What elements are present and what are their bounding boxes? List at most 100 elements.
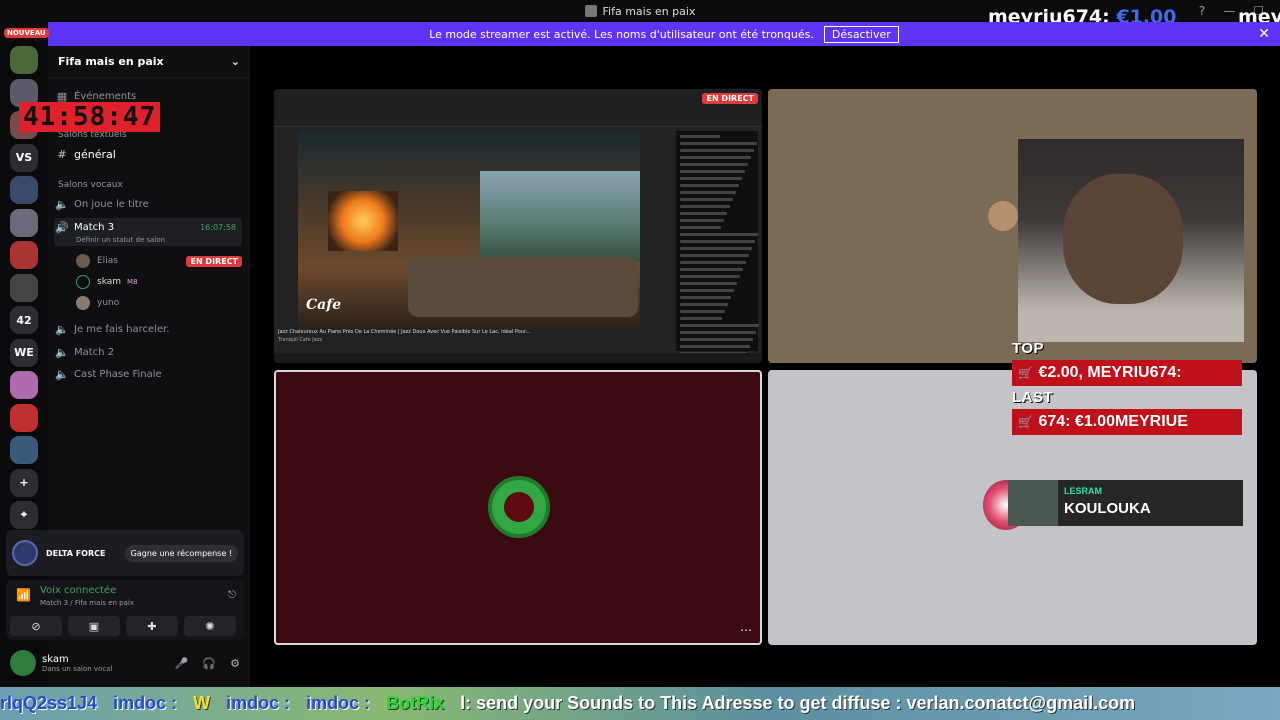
server-icon[interactable] bbox=[10, 208, 38, 237]
screen-share-tile[interactable]: EN DIRECT Cafe Jazz Chaleureux Au Piano … bbox=[274, 89, 762, 363]
chat-message bbox=[680, 156, 751, 159]
server-icon[interactable] bbox=[10, 176, 38, 204]
claim-reward-button[interactable]: Gagne une récompense ! bbox=[124, 544, 238, 562]
top-donation-value: €2.00, MEYRIU674: bbox=[1038, 364, 1182, 381]
chevron-down-icon: ⌄ bbox=[230, 55, 240, 68]
channel-match3-row: 🔊 Match 3 16:07:58 bbox=[54, 221, 242, 234]
chat-message bbox=[680, 240, 755, 243]
cookie-avatar bbox=[988, 201, 1018, 231]
video-title: Jazz Chaleureux Au Piano Près De La Chem… bbox=[278, 329, 531, 335]
hash-icon: # bbox=[57, 148, 67, 161]
lake-view bbox=[480, 171, 640, 261]
camera-tile[interactable] bbox=[768, 89, 1257, 363]
voice-subtitle[interactable]: Match 3 / Fifa mais en paix bbox=[40, 599, 134, 607]
channel-cast-label: Cast Phase Finale bbox=[74, 369, 162, 380]
member-name: yuno bbox=[97, 298, 120, 308]
help-icon[interactable]: ? bbox=[1199, 4, 1205, 18]
channel-cast[interactable]: 🔈 Cast Phase Finale bbox=[54, 368, 242, 381]
voice-title: Voix connectée bbox=[40, 585, 117, 596]
gear-icon[interactable]: ⚙ bbox=[230, 657, 240, 670]
channel-general[interactable]: # général bbox=[54, 148, 242, 161]
microphone-icon[interactable]: 🎤 bbox=[175, 657, 189, 670]
close-banner-icon[interactable]: ✕ bbox=[1258, 26, 1270, 42]
chat-message bbox=[680, 296, 731, 299]
avatar bbox=[76, 275, 90, 289]
chat-message bbox=[680, 163, 748, 166]
chat-message bbox=[680, 303, 728, 306]
soundboard-icon[interactable]: ✺ bbox=[184, 616, 236, 636]
chat-message bbox=[680, 338, 753, 341]
channel-harceler[interactable]: 🔈 Je me fais harceler. bbox=[54, 323, 242, 336]
disconnect-icon[interactable]: ⎋ bbox=[228, 590, 236, 601]
server-icon[interactable] bbox=[10, 273, 38, 302]
more-options-icon[interactable]: ⋯ bbox=[740, 623, 752, 637]
chat-message bbox=[680, 324, 759, 327]
ticker-item: imdoc : bbox=[306, 693, 371, 713]
last-label: LAST bbox=[1012, 389, 1054, 406]
video-channel: Tranquil Cafe Jazz bbox=[278, 337, 323, 343]
promo-name: DELTA FORCE bbox=[46, 548, 106, 558]
chat-message bbox=[680, 142, 757, 145]
app-icon bbox=[584, 5, 597, 17]
channel-on-joue[interactable]: 🔈 On joue le titre bbox=[54, 198, 242, 211]
follower-card: LESRAM KOULOUKA bbox=[1008, 480, 1243, 526]
youtube-video: Cafe bbox=[298, 131, 640, 327]
avatar[interactable] bbox=[10, 650, 36, 676]
channel-match2-label: Match 2 bbox=[74, 347, 115, 358]
chat-message bbox=[680, 268, 743, 271]
cafe-logo: Cafe bbox=[306, 297, 342, 313]
guild-header[interactable]: Fifa mais en paix ⌄ bbox=[48, 46, 250, 78]
disable-streamer-button[interactable]: Désactiver bbox=[823, 25, 899, 43]
chat-message bbox=[680, 198, 733, 201]
guild-name: Fifa mais en paix bbox=[58, 55, 164, 68]
server-icon[interactable] bbox=[10, 436, 38, 464]
server-icon[interactable]: 42 bbox=[10, 306, 38, 334]
webcam-feed bbox=[1018, 139, 1244, 342]
speaker-icon: 🔈 bbox=[55, 198, 69, 211]
server-icon[interactable] bbox=[10, 46, 38, 74]
follower-name: KOULOUKA bbox=[1064, 500, 1151, 517]
chat-message bbox=[680, 261, 746, 264]
top-label: TOP bbox=[1012, 340, 1045, 357]
chat-message bbox=[680, 289, 734, 292]
chat-message bbox=[680, 247, 752, 250]
member-yuno[interactable]: yuno bbox=[76, 296, 119, 310]
ticker-item: imdoc : bbox=[226, 693, 291, 713]
follower-picture bbox=[1008, 480, 1058, 526]
banner-text: Le mode streamer est activé. Les noms d'… bbox=[429, 27, 814, 41]
headphones-icon[interactable]: 🎧 bbox=[202, 657, 216, 670]
user-controls: 🎤 🎧 ⚙ bbox=[175, 657, 240, 670]
server-icon[interactable]: + bbox=[10, 468, 38, 497]
top-donation-bar: 🛒 €2.00, MEYRIU674: bbox=[1012, 360, 1242, 386]
server-icon[interactable]: VS bbox=[10, 143, 38, 172]
member-elias[interactable]: Elias EN DIRECT bbox=[76, 254, 242, 268]
camera-off-icon[interactable]: ⊘ bbox=[10, 616, 62, 636]
channel-match2[interactable]: 🔈 Match 2 bbox=[54, 346, 242, 359]
set-channel-status[interactable]: Définir un statut de salon bbox=[76, 236, 165, 244]
member-tag: M8 bbox=[127, 278, 138, 286]
chat-message bbox=[680, 345, 750, 348]
minimize-icon[interactable]: — bbox=[1223, 4, 1235, 18]
server-icon[interactable] bbox=[10, 403, 38, 432]
voice-category[interactable]: Salons vocaux bbox=[58, 180, 123, 190]
delta-force-logo bbox=[12, 540, 38, 566]
screen-share-icon[interactable]: ▣ bbox=[68, 616, 120, 636]
member-skam[interactable]: skam M8 bbox=[76, 275, 138, 289]
match3-timer: 16:07:58 bbox=[200, 223, 236, 232]
activities-icon[interactable]: ✚ bbox=[126, 616, 178, 636]
promo-card[interactable]: DELTA FORCE Gagne une récompense ! bbox=[6, 530, 244, 576]
ticker-item: imdoc : bbox=[113, 693, 178, 713]
chat-message bbox=[680, 212, 727, 215]
server-icon[interactable]: WE bbox=[10, 338, 38, 367]
server-icon[interactable]: ⌖ bbox=[10, 501, 38, 529]
signal-icon[interactable]: 📶 bbox=[16, 588, 31, 602]
chat-message bbox=[680, 170, 745, 173]
chat-message bbox=[680, 310, 725, 313]
fireplace bbox=[328, 191, 398, 251]
chat-ticker: rlqQ2ss1J4 imdoc : Wimdoc : imdoc : BotRix l:… bbox=[0, 687, 1280, 720]
streamer-face bbox=[1063, 174, 1183, 304]
ticker-item: l: send your Sounds to This Adresse to g… bbox=[460, 693, 1136, 713]
server-icon[interactable] bbox=[10, 371, 38, 399]
avatar-tile[interactable]: ⋯ bbox=[274, 370, 762, 645]
server-icon[interactable] bbox=[10, 241, 38, 269]
